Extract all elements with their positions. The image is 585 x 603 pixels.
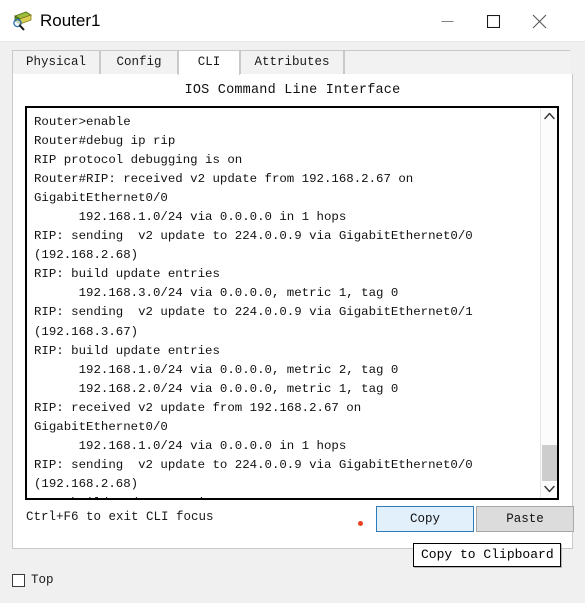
router-cli-window: Router1 Physical Config CLI Attributes I… <box>0 0 585 603</box>
window-title: Router1 <box>40 11 101 30</box>
minimize-button[interactable] <box>424 0 470 42</box>
pointer-marker-dot <box>358 521 363 526</box>
tab-attributes[interactable]: Attributes <box>240 50 344 75</box>
top-checkbox-label: Top <box>31 573 54 587</box>
terminal-scrollbar[interactable] <box>540 108 557 498</box>
tab-cli[interactable]: CLI <box>178 50 240 75</box>
cli-output-text: Router>enable Router#debug ip rip RIP pr… <box>34 115 473 498</box>
cli-panel: IOS Command Line Interface Router>enable… <box>12 74 574 549</box>
scrollbar-track[interactable] <box>541 125 557 489</box>
top-checkbox[interactable] <box>12 574 25 587</box>
close-button[interactable] <box>516 0 562 42</box>
copy-tooltip: Copy to Clipboard <box>413 543 561 567</box>
cli-focus-hint: Ctrl+F6 to exit CLI focus <box>26 510 214 524</box>
cli-terminal[interactable]: Router>enable Router#debug ip rip RIP pr… <box>25 106 559 500</box>
tab-bar: Physical Config CLI Attributes <box>12 50 570 75</box>
maximize-button[interactable] <box>470 0 516 42</box>
router-device-icon <box>11 10 33 32</box>
copy-button[interactable]: Copy <box>376 506 474 532</box>
title-bar: Router1 <box>0 0 585 42</box>
tab-physical[interactable]: Physical <box>12 50 100 75</box>
tab-strip-filler <box>344 50 570 75</box>
scroll-down-icon[interactable] <box>541 481 557 498</box>
scroll-up-icon[interactable] <box>541 108 557 125</box>
paste-button[interactable]: Paste <box>476 506 574 532</box>
panel-heading: IOS Command Line Interface <box>184 83 401 98</box>
tab-config[interactable]: Config <box>100 50 178 75</box>
